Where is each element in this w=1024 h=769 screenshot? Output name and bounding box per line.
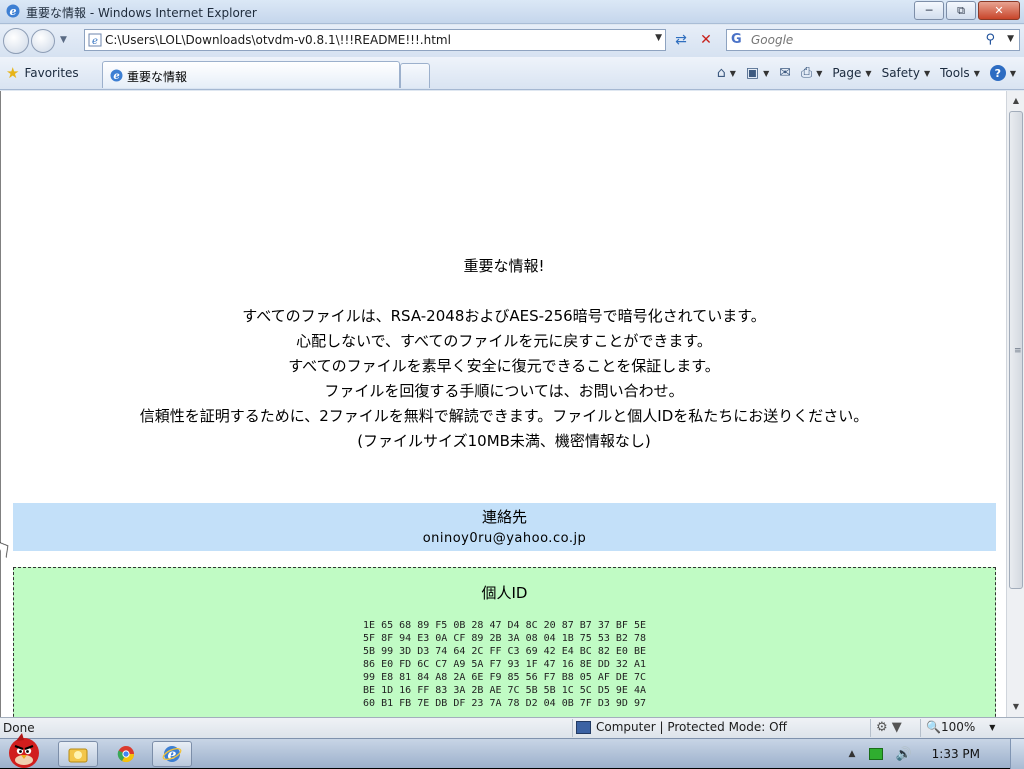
taskbar-ie-button[interactable]: e	[152, 741, 192, 767]
stop-icon[interactable]: ✕	[696, 31, 716, 49]
taskbar-explorer-button[interactable]	[58, 741, 98, 767]
hex-line: 1E 65 68 89 F5 0B 28 47 D4 8C 20 87 B7 3…	[363, 620, 646, 631]
read-mail-button[interactable]: ✉	[777, 63, 793, 83]
grip-icon: ≡	[1014, 346, 1022, 356]
folder-icon	[68, 748, 88, 763]
help-menu[interactable]: ? ▼	[988, 63, 1018, 83]
hex-line: 60 B1 FB 7E DB DF 23 7A 78 D2 04 0B 7F D…	[363, 698, 646, 709]
message-line: ファイルを回復する手順については、お問い合わせ。	[324, 382, 684, 400]
page-content: 重要な情報! すべてのファイルは、RSA-2048およびAES-256暗号で暗号…	[0, 91, 1006, 717]
zoom-level: 100%	[940, 720, 976, 734]
url-input[interactable]	[105, 32, 645, 48]
zoom-control[interactable]: 🔍 100% ▼	[926, 720, 995, 734]
personal-id-hex[interactable]: 1E 65 68 89 F5 0B 28 47 D4 8C 20 87 B7 3…	[14, 619, 995, 710]
ie-logo-icon: e	[6, 4, 20, 18]
new-tab-button[interactable]	[400, 63, 430, 88]
search-input[interactable]	[751, 32, 991, 48]
message-heading: 重要な情報!	[463, 257, 545, 275]
contact-panel: 連絡先 oninoy0ru@yahoo.co.jp	[13, 503, 996, 551]
browser-tab[interactable]: e 重要な情報	[102, 61, 400, 88]
svg-text:e: e	[113, 71, 119, 82]
zoom-dropdown-icon[interactable]: ▼	[989, 723, 995, 732]
magnifier-icon: 🔍	[926, 720, 941, 734]
star-icon: ★	[6, 64, 20, 82]
favorites-button[interactable]: ★ Favorites	[6, 64, 79, 82]
restore-button[interactable]: ⧉	[946, 1, 976, 20]
ie-page-icon: e	[88, 33, 102, 47]
hex-line: 86 E0 FD 6C C7 A9 5A F7 93 1F 47 16 8E D…	[363, 659, 646, 670]
back-button[interactable]	[3, 28, 29, 54]
address-toolbar: ▼ e ▼ ⇄ ✕ G ⚲ ▼	[0, 25, 1024, 57]
svg-text:e: e	[10, 5, 17, 18]
page-menu[interactable]: Page ▼	[830, 63, 873, 83]
contact-title: 連絡先	[481, 508, 527, 526]
hex-line: 5B 99 3D D3 74 64 2C FF C3 69 42 E4 BC 8…	[363, 646, 646, 657]
volume-icon[interactable]: 🔊	[895, 747, 911, 762]
tab-title: 重要な情報	[127, 70, 188, 84]
show-hidden-icons-icon[interactable]: ▲	[849, 749, 856, 759]
mail-icon: ✉	[779, 65, 791, 81]
security-zone[interactable]: Computer | Protected Mode: Off	[576, 720, 787, 734]
system-tray: ▲ 🔊 1:33 PM	[849, 739, 1024, 769]
scroll-down-icon[interactable]: ▼	[1009, 699, 1023, 715]
network-icon[interactable]	[869, 748, 884, 760]
chrome-icon	[117, 746, 135, 763]
contact-email: oninoy0ru@yahoo.co.jp	[422, 531, 587, 546]
search-box[interactable]: G ⚲ ▼	[726, 29, 1020, 51]
clock[interactable]: 1:33 PM	[932, 747, 980, 761]
hex-line: 99 E8 81 84 A8 2A 6E F9 85 56 F7 B8 05 A…	[363, 672, 646, 683]
zone-text: Computer | Protected Mode: Off	[596, 720, 787, 734]
help-icon: ?	[989, 65, 1006, 81]
home-button[interactable]: ⌂ ▼	[715, 63, 738, 83]
favorites-label: Favorites	[24, 66, 79, 80]
home-icon: ⌂	[716, 65, 726, 81]
scroll-thumb[interactable]: ≡	[1009, 111, 1023, 589]
minimize-button[interactable]: ─	[914, 1, 944, 20]
security-status-icon[interactable]: ⚙ ▼	[876, 720, 902, 735]
search-icon[interactable]: ⚲	[985, 32, 995, 47]
recent-pages-dropdown-icon[interactable]: ▼	[60, 35, 67, 45]
status-bar: Done Computer | Protected Mode: Off ⚙ ▼ …	[0, 717, 1024, 738]
status-divider	[572, 719, 573, 737]
title-bar: e 重要な情報 - Windows Internet Explorer ─ ⧉ …	[0, 0, 1024, 24]
svg-text:e: e	[92, 36, 98, 47]
tools-menu[interactable]: Tools ▼	[938, 63, 982, 83]
computer-icon	[576, 720, 591, 734]
rss-feed-icon: ▣	[745, 65, 760, 81]
command-toolbar: ★ Favorites e 重要な情報 ⌂ ▼ ▣ ▼ ✉ ⎙ ▼ Page ▼ Saf…	[0, 57, 1024, 90]
taskbar: e ▲ 🔊 1:33 PM	[0, 733, 1024, 769]
print-button[interactable]: ⎙ ▼	[799, 63, 824, 83]
message-line: すべてのファイルを素早く安全に復元できることを保証します。	[288, 357, 720, 375]
scroll-up-icon[interactable]: ▲	[1009, 93, 1023, 109]
google-icon: G	[731, 32, 742, 47]
taskbar-chrome-button[interactable]	[106, 741, 146, 767]
message-line: (ファイルサイズ10MB未満、機密情報なし)	[357, 432, 651, 450]
window-title: 重要な情報 - Windows Internet Explorer	[26, 6, 257, 20]
internet-explorer-icon: e	[162, 746, 182, 763]
close-button[interactable]: ✕	[978, 1, 1020, 20]
refresh-icon[interactable]: ⇄	[670, 31, 692, 49]
message-line: すべてのファイルは、RSA-2048およびAES-256暗号で暗号化されています…	[242, 307, 766, 325]
vertical-scrollbar[interactable]: ▲ ≡ ▼	[1006, 91, 1024, 717]
feeds-button[interactable]: ▣ ▼	[744, 63, 771, 83]
ie-page-icon: e	[110, 69, 123, 82]
hex-line: 5F 8F 94 E3 0A CF 89 2B 3A 08 04 1B 75 5…	[363, 633, 646, 644]
ransom-message: 重要な情報! すべてのファイルは、RSA-2048およびAES-256暗号で暗号…	[1, 254, 1006, 454]
message-line: 心配しないで、すべてのファイルを元に戻すことができます。	[296, 332, 712, 350]
personal-id-panel: 個人ID 1E 65 68 89 F5 0B 28 47 D4 8C 20 87…	[13, 567, 996, 717]
address-dropdown-icon[interactable]: ▼	[655, 33, 662, 43]
personal-id-title: 個人ID	[481, 584, 528, 602]
ie-window: { "window": { "title": "重要な情報 - Windows …	[0, 0, 1024, 769]
start-button-angry-bird-icon[interactable]	[2, 731, 46, 769]
show-desktop-button[interactable]	[1010, 739, 1024, 769]
printer-icon: ⎙	[801, 65, 813, 81]
status-divider	[920, 719, 921, 737]
safety-menu[interactable]: Safety ▼	[880, 63, 933, 83]
address-bar[interactable]: e ▼	[84, 29, 666, 51]
message-line: 信頼性を証明するために、2ファイルを無料で解読できます。ファイルと個人IDを私た…	[139, 407, 869, 425]
forward-button[interactable]	[31, 29, 55, 53]
search-options-dropdown-icon[interactable]: ▼	[1007, 34, 1014, 44]
hex-line: BE 1D 16 FF 83 3A 2B AE 7C 5B 5B 1C 5C D…	[363, 685, 646, 696]
status-divider	[870, 719, 871, 737]
